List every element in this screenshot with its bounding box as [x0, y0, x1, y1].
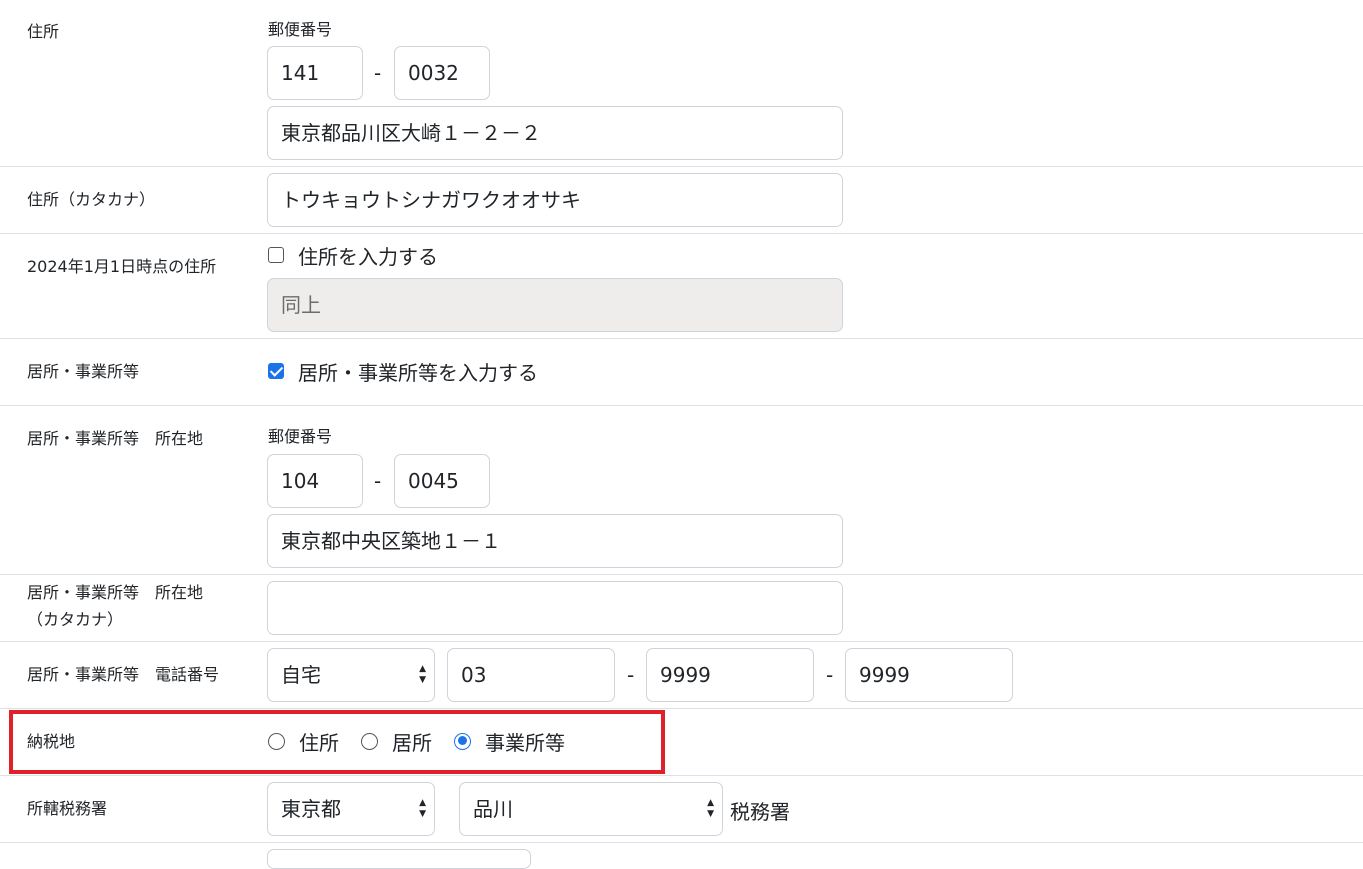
- residence-kana-label-line1: 居所・事業所等 所在地: [27, 583, 204, 602]
- residence-label: 居所・事業所等: [27, 362, 140, 381]
- residence-kana-input[interactable]: [267, 581, 843, 635]
- tax-office-office-select[interactable]: 品川 ▲ ▼: [459, 782, 723, 836]
- phone-type-value: 自宅: [281, 663, 321, 687]
- phone-dash-1: -: [627, 663, 635, 687]
- up-down-caret-icon: ▲ ▼: [419, 664, 426, 685]
- phone-part3-input[interactable]: 9999: [845, 648, 1013, 702]
- address-postal2-input[interactable]: 0032: [394, 46, 490, 100]
- residence-kana-label-line2: （カタカナ）: [27, 610, 124, 629]
- residence-postal1-input[interactable]: 104: [267, 454, 363, 508]
- jan1-address-checkbox[interactable]: [268, 247, 284, 263]
- residence-location-label: 居所・事業所等 所在地: [27, 429, 204, 448]
- address-kana-input[interactable]: トウキョウトシナガワクオオサキ: [267, 173, 843, 227]
- tax-office-prefecture-value: 東京都: [281, 797, 341, 821]
- tax-place-highlight-box: [9, 710, 665, 774]
- address-postal-label: 郵便番号: [268, 20, 333, 39]
- phone-part1-input[interactable]: 03: [447, 648, 615, 702]
- residence-postal-dash: -: [374, 469, 382, 493]
- address-label: 住所: [27, 22, 60, 41]
- phone-part2-input[interactable]: 9999: [646, 648, 814, 702]
- jan1-address-checkbox-label[interactable]: 住所を入力する: [298, 241, 438, 270]
- residence-location-row: 居所・事業所等 所在地 郵便番号 104 - 0045 東京都中央区築地１－１: [0, 406, 1363, 575]
- jan1-address-label: 2024年1月1日時点の住所: [27, 257, 217, 276]
- next-row-partial-input[interactable]: [267, 849, 531, 869]
- tax-office-row: 所轄税務署 東京都 ▲ ▼ 品川 ▲ ▼ 税務署: [0, 776, 1363, 843]
- residence-phone-label: 居所・事業所等 電話番号: [27, 665, 220, 684]
- jan1-address-checkbox-wrap[interactable]: 住所を入力する: [268, 241, 438, 270]
- jan1-address-row: 2024年1月1日時点の住所 住所を入力する 同上: [0, 234, 1363, 339]
- address-kana-label: 住所（カタカナ）: [27, 190, 156, 209]
- phone-dash-2: -: [826, 663, 834, 687]
- address-line-input[interactable]: 東京都品川区大崎１－２－２: [267, 106, 843, 160]
- up-down-caret-icon: ▲ ▼: [707, 798, 714, 819]
- residence-checkbox-label[interactable]: 居所・事業所等を入力する: [298, 357, 538, 386]
- tax-office-office-value: 品川: [473, 797, 513, 821]
- residence-checkbox-wrap[interactable]: 居所・事業所等を入力する: [268, 357, 538, 386]
- address-postal1-input[interactable]: 141: [267, 46, 363, 100]
- residence-row: 居所・事業所等 居所・事業所等を入力する: [0, 339, 1363, 406]
- residence-kana-row: 居所・事業所等 所在地 （カタカナ）: [0, 575, 1363, 642]
- tax-office-label: 所轄税務署: [27, 799, 108, 818]
- tax-office-prefecture-select[interactable]: 東京都 ▲ ▼: [267, 782, 435, 836]
- residence-line-input[interactable]: 東京都中央区築地１－１: [267, 514, 843, 568]
- phone-type-select[interactable]: 自宅 ▲ ▼: [267, 648, 435, 702]
- up-down-caret-icon: ▲ ▼: [419, 798, 426, 819]
- address-row: 住所 郵便番号 141 - 0032 東京都品川区大崎１－２－２: [0, 0, 1363, 167]
- address-kana-row: 住所（カタカナ） トウキョウトシナガワクオオサキ: [0, 167, 1363, 234]
- residence-checkbox[interactable]: [268, 363, 284, 379]
- tax-office-suffix: 税務署: [730, 800, 790, 824]
- jan1-address-input: 同上: [267, 278, 843, 332]
- residence-postal2-input[interactable]: 0045: [394, 454, 490, 508]
- residence-phone-row: 居所・事業所等 電話番号 自宅 ▲ ▼ 03 - 9999 - 9999: [0, 642, 1363, 709]
- residence-postal-label: 郵便番号: [268, 427, 333, 446]
- address-postal-dash: -: [374, 61, 382, 85]
